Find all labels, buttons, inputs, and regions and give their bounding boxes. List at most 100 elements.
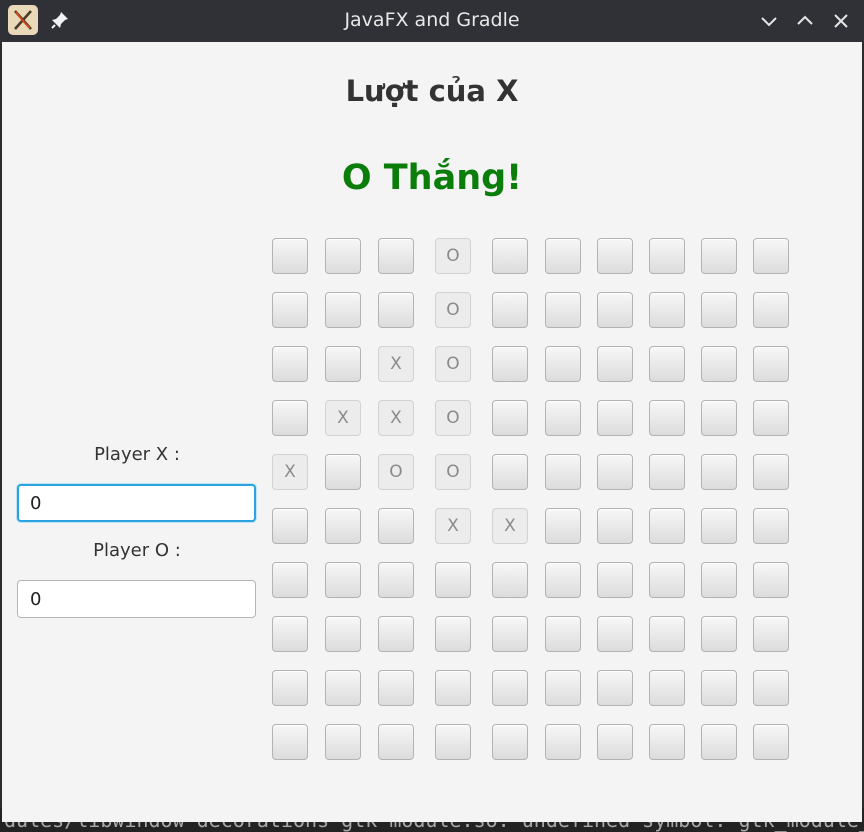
board-cell[interactable]: [597, 292, 633, 328]
window-titlebar[interactable]: JavaFX and Gradle: [0, 0, 864, 42]
board-cell[interactable]: [545, 562, 581, 598]
board-cell[interactable]: [597, 670, 633, 706]
board-cell[interactable]: [753, 508, 789, 544]
board-cell[interactable]: [597, 400, 633, 436]
board-cell[interactable]: [435, 670, 471, 706]
board-cell[interactable]: [753, 454, 789, 490]
board-cell[interactable]: [325, 346, 361, 382]
board-cell[interactable]: [649, 724, 685, 760]
board-cell[interactable]: [545, 454, 581, 490]
board-cell[interactable]: [545, 670, 581, 706]
board-cell[interactable]: O: [435, 346, 471, 382]
board-cell[interactable]: [272, 616, 308, 652]
board-cell[interactable]: [649, 616, 685, 652]
board-cell[interactable]: [378, 238, 414, 274]
player-o-score-field[interactable]: [17, 580, 256, 618]
board-cell[interactable]: [272, 724, 308, 760]
board-cell[interactable]: [545, 508, 581, 544]
player-x-score-field[interactable]: [17, 484, 256, 522]
board-cell[interactable]: [649, 454, 685, 490]
board-cell[interactable]: [701, 346, 737, 382]
board-cell[interactable]: [272, 562, 308, 598]
board-cell[interactable]: [325, 454, 361, 490]
board-cell[interactable]: [545, 400, 581, 436]
board-cell[interactable]: [597, 616, 633, 652]
board-cell[interactable]: [325, 670, 361, 706]
board-cell[interactable]: [492, 292, 528, 328]
close-icon[interactable]: [830, 10, 852, 32]
board-cell[interactable]: X: [378, 400, 414, 436]
board-cell[interactable]: [649, 238, 685, 274]
board-cell[interactable]: O: [435, 454, 471, 490]
board-cell[interactable]: [597, 508, 633, 544]
board-cell[interactable]: [545, 724, 581, 760]
board-cell[interactable]: [701, 292, 737, 328]
board-cell[interactable]: [701, 400, 737, 436]
board-cell[interactable]: [325, 724, 361, 760]
board-cell[interactable]: [701, 616, 737, 652]
board-cell[interactable]: [492, 724, 528, 760]
board-cell[interactable]: [492, 400, 528, 436]
board-cell[interactable]: [545, 292, 581, 328]
board-cell[interactable]: [597, 238, 633, 274]
board-cell[interactable]: [272, 508, 308, 544]
board-cell[interactable]: [272, 670, 308, 706]
board-cell[interactable]: [378, 670, 414, 706]
board-cell[interactable]: [272, 400, 308, 436]
board-cell[interactable]: [597, 454, 633, 490]
board-cell[interactable]: [492, 238, 528, 274]
board-cell[interactable]: X: [272, 454, 308, 490]
board-cell[interactable]: [701, 454, 737, 490]
board-cell[interactable]: [325, 562, 361, 598]
board-cell[interactable]: X: [325, 400, 361, 436]
board-cell[interactable]: [753, 238, 789, 274]
board-cell[interactable]: [597, 562, 633, 598]
board-cell[interactable]: [753, 670, 789, 706]
board-cell[interactable]: [325, 238, 361, 274]
board-cell[interactable]: [325, 292, 361, 328]
board-cell[interactable]: [753, 616, 789, 652]
board-cell[interactable]: O: [435, 238, 471, 274]
chevron-up-icon[interactable]: [794, 10, 816, 32]
board-cell[interactable]: [753, 292, 789, 328]
board-cell[interactable]: [325, 616, 361, 652]
board-cell[interactable]: [378, 292, 414, 328]
board-cell[interactable]: O: [435, 292, 471, 328]
board-cell[interactable]: [701, 238, 737, 274]
board-cell[interactable]: [701, 508, 737, 544]
board-cell[interactable]: [545, 346, 581, 382]
board-cell[interactable]: [492, 670, 528, 706]
board-cell[interactable]: [325, 508, 361, 544]
board-cell[interactable]: [545, 238, 581, 274]
board-cell[interactable]: [701, 562, 737, 598]
board-cell[interactable]: [378, 562, 414, 598]
board-cell[interactable]: [545, 616, 581, 652]
board-cell[interactable]: [701, 724, 737, 760]
board-cell[interactable]: [492, 562, 528, 598]
board-cell[interactable]: [649, 670, 685, 706]
board-cell[interactable]: [492, 454, 528, 490]
board-cell[interactable]: [435, 724, 471, 760]
board-cell[interactable]: X: [492, 508, 528, 544]
board-cell[interactable]: [753, 400, 789, 436]
board-cell[interactable]: [378, 616, 414, 652]
board-cell[interactable]: [378, 724, 414, 760]
board-cell[interactable]: [753, 346, 789, 382]
board-cell[interactable]: [701, 670, 737, 706]
board-cell[interactable]: [649, 508, 685, 544]
board-cell[interactable]: X: [435, 508, 471, 544]
board-cell[interactable]: X: [378, 346, 414, 382]
chevron-down-icon[interactable]: [758, 10, 780, 32]
board-cell[interactable]: [272, 346, 308, 382]
board-cell[interactable]: [492, 616, 528, 652]
board-cell[interactable]: [649, 346, 685, 382]
board-cell[interactable]: [649, 562, 685, 598]
board-cell[interactable]: O: [435, 400, 471, 436]
board-cell[interactable]: [435, 616, 471, 652]
board-cell[interactable]: [597, 724, 633, 760]
board-cell[interactable]: [435, 562, 471, 598]
board-cell[interactable]: [597, 346, 633, 382]
board-cell[interactable]: [649, 400, 685, 436]
board-cell[interactable]: [753, 724, 789, 760]
board-cell[interactable]: [649, 292, 685, 328]
